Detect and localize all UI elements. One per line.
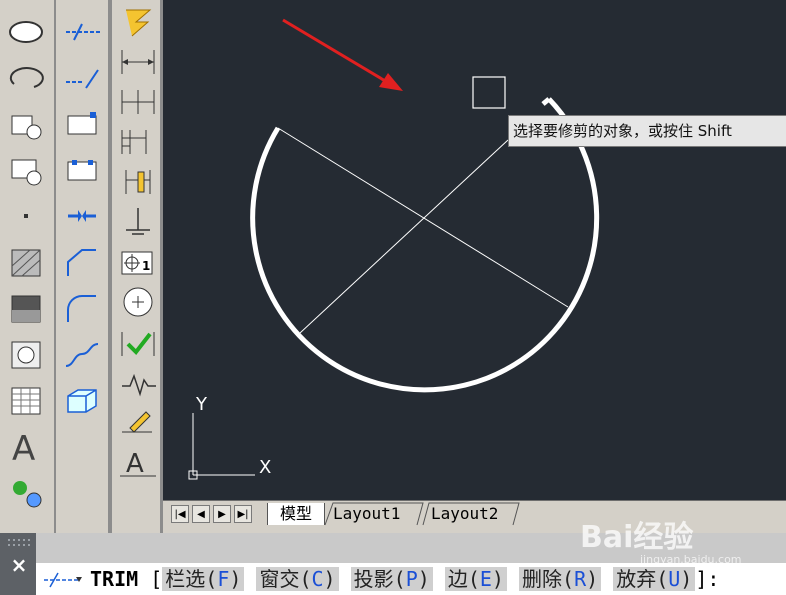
drawing-canvas[interactable]: Y X 选择要修剪的对象，或按住 Shift (163, 0, 786, 500)
dimension-text-edit-icon[interactable] (116, 404, 160, 440)
insert-block-icon[interactable] (4, 106, 48, 142)
svg-text:A: A (126, 449, 144, 479)
dimension-toolbar: 1A (112, 0, 160, 595)
point-icon[interactable] (4, 198, 48, 234)
inspect-icon[interactable] (116, 284, 160, 320)
chamfer-icon[interactable] (60, 244, 104, 280)
pickbox-cursor (472, 76, 506, 109)
jogged-linear-icon[interactable] (116, 324, 160, 360)
command-name: TRIM (90, 567, 139, 591)
option-erase[interactable]: 删除(R) (519, 567, 602, 591)
make-block-icon[interactable] (4, 152, 48, 188)
ucs-y-label: Y (195, 394, 208, 415)
baseline-dimension-icon[interactable] (116, 124, 160, 160)
watermark-url: jingyan.baidu.com (640, 553, 742, 566)
gradient-icon[interactable] (4, 290, 48, 326)
option-edge[interactable]: 边(E) (444, 567, 507, 591)
arc-end-segment[interactable] (541, 97, 551, 106)
xline-icon[interactable] (60, 14, 104, 50)
option-project[interactable]: 投影(P) (350, 567, 433, 591)
close-icon[interactable]: × (8, 553, 30, 577)
command-tooltip: 选择要修剪的对象，或按住 Shift (508, 115, 786, 147)
command-prompt-icon (36, 563, 90, 595)
3d-box-icon[interactable] (60, 382, 104, 418)
command-line[interactable]: TRIM [栏选(F) 窗交(C) 投影(P) 边(E) 删除(R) 放弃(U)… (36, 563, 786, 595)
ellipse-arc-icon[interactable] (4, 60, 48, 96)
dimension-update-icon[interactable]: A (116, 444, 160, 480)
region-icon[interactable] (4, 336, 48, 372)
svg-text:A: A (12, 429, 35, 464)
option-crossing[interactable]: 窗交(C) (256, 567, 339, 591)
drawing-area[interactable]: Y X (163, 0, 786, 500)
ucs-x-label: X (259, 457, 271, 478)
draw-toolbar: A (0, 0, 54, 595)
region-box-icon[interactable] (60, 152, 104, 188)
linear-dimension-icon[interactable] (116, 44, 160, 80)
hatch-icon[interactable] (4, 244, 48, 280)
diameter-line-1[interactable] (277, 127, 569, 308)
fillet-icon[interactable] (60, 290, 104, 326)
tolerance-icon[interactable] (116, 204, 160, 240)
option-fence[interactable]: 栏选(F) (162, 567, 245, 591)
blend-curves-icon[interactable] (60, 336, 104, 372)
ellipse-icon[interactable] (4, 14, 48, 50)
annotation-arrow-shaft (282, 18, 398, 90)
modify-toolbar (56, 0, 108, 595)
ordinate-dimension-icon[interactable] (116, 164, 160, 200)
multiline-text-icon[interactable]: A (4, 428, 48, 464)
annotation-arrow-head (379, 73, 403, 91)
watermark-logo: Bai经验 (580, 520, 694, 555)
ray-icon[interactable] (60, 60, 104, 96)
continue-dimension-icon[interactable] (116, 84, 160, 120)
diameter-line-2[interactable] (299, 139, 509, 334)
svg-text:1: 1 (142, 259, 150, 273)
quick-dimension-icon[interactable] (116, 4, 160, 40)
option-undo[interactable]: 放弃(U) (613, 567, 696, 591)
join-icon[interactable] (60, 198, 104, 234)
table-icon[interactable] (4, 382, 48, 418)
wipeout-icon[interactable] (60, 106, 104, 142)
dimension-edit-icon[interactable] (116, 364, 160, 400)
add-selected-icon[interactable] (4, 474, 48, 510)
command-window-grip[interactable]: × (0, 533, 36, 595)
center-mark-icon[interactable]: 1 (116, 244, 160, 280)
